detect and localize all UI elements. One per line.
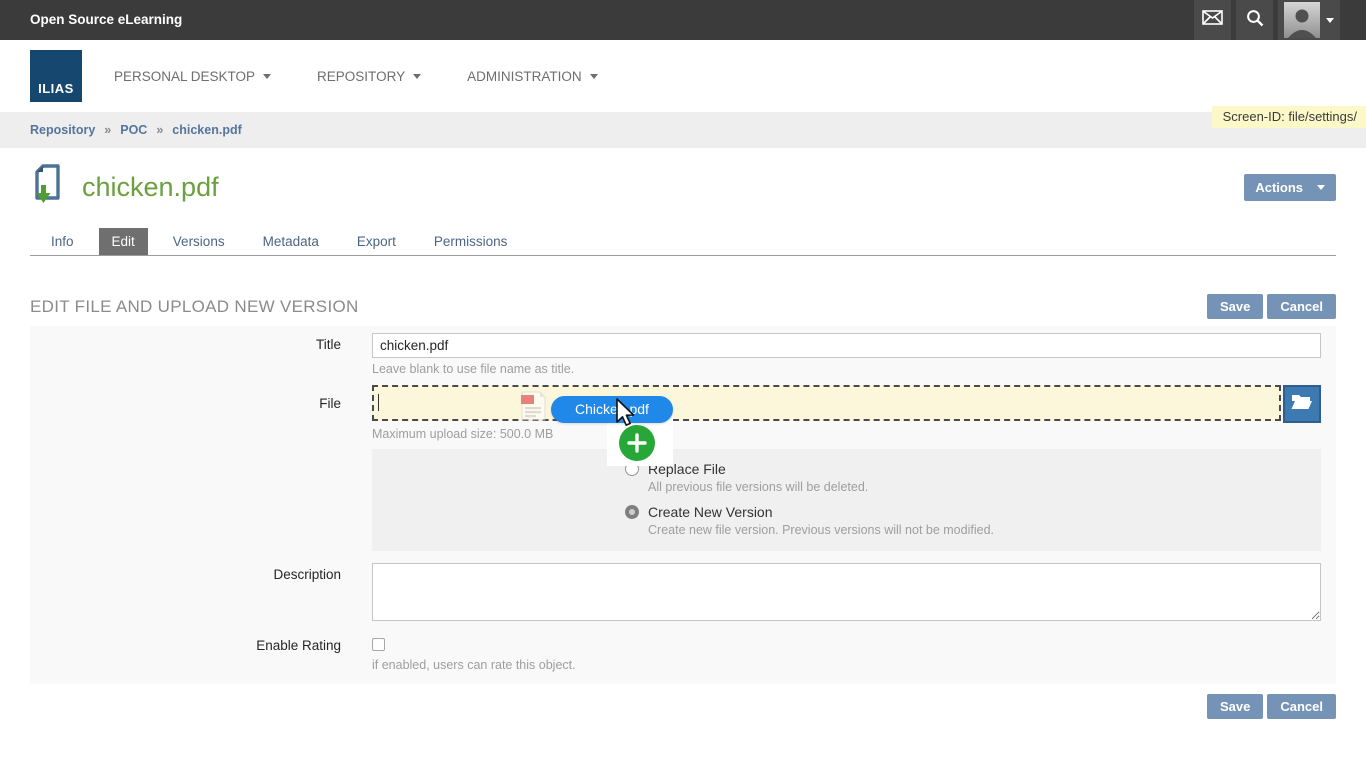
- top-bar: Open Source eLearning: [0, 0, 1366, 40]
- nav-repository[interactable]: REPOSITORY: [317, 69, 421, 84]
- chevron-down-icon: [413, 74, 421, 79]
- title-hint: Leave blank to use file name as title.: [372, 362, 1321, 376]
- text-caret: [378, 394, 379, 411]
- description-textarea[interactable]: [372, 563, 1321, 621]
- chevron-down-icon: [263, 74, 271, 79]
- object-title-row: chicken.pdf Actions: [30, 164, 1336, 210]
- folder-open-icon: [1291, 393, 1313, 415]
- user-menu-button[interactable]: [1278, 0, 1340, 40]
- title-input[interactable]: [372, 333, 1321, 358]
- breadcrumb: Repository » POC » chicken.pdf: [0, 112, 1366, 148]
- description-label: Description: [30, 563, 341, 626]
- mail-icon: [1202, 10, 1223, 30]
- tab-versions[interactable]: Versions: [160, 228, 238, 255]
- new-version-label[interactable]: Create New Version: [648, 504, 773, 520]
- tab-export[interactable]: Export: [344, 228, 409, 255]
- chevron-down-icon: [1317, 185, 1325, 190]
- form-header-buttons: Save Cancel: [1207, 294, 1336, 319]
- breadcrumb-current-file[interactable]: chicken.pdf: [172, 123, 241, 137]
- version-options-block: Replace File All previous file versions …: [372, 449, 1321, 551]
- enable-rating-checkbox[interactable]: [372, 638, 385, 651]
- edit-form-panel: Title Leave blank to use file name as ti…: [30, 326, 1336, 684]
- file-label: File: [30, 385, 341, 551]
- ilias-logo[interactable]: ILIAS: [30, 50, 82, 102]
- avatar: [1284, 2, 1320, 38]
- file-upload-line: [372, 385, 1321, 423]
- search-button[interactable]: [1236, 0, 1273, 40]
- form-heading: EDIT FILE AND UPLOAD NEW VERSION: [30, 297, 359, 317]
- object-tabs: Info Edit Versions Metadata Export Permi…: [30, 228, 1336, 256]
- page-title: chicken.pdf: [82, 172, 219, 203]
- upload-size-hint: Maximum upload size: 500.0 MB: [372, 427, 1321, 441]
- form-footer-buttons: Save Cancel: [30, 694, 1336, 719]
- topbar-icon-group: [1194, 0, 1340, 40]
- new-version-description: Create new file version. Previous versio…: [648, 523, 1306, 537]
- tab-permissions[interactable]: Permissions: [421, 228, 521, 255]
- client-title: Open Source eLearning: [0, 0, 1194, 40]
- chevron-down-icon: [1326, 18, 1334, 23]
- nav-personal-desktop[interactable]: PERSONAL DESKTOP: [114, 69, 271, 84]
- form-header-row: EDIT FILE AND UPLOAD NEW VERSION Save Ca…: [30, 294, 1336, 319]
- cancel-button[interactable]: Cancel: [1267, 294, 1336, 319]
- new-version-option: Create New Version Create new file versi…: [625, 504, 1306, 537]
- breadcrumb-separator: »: [104, 123, 111, 137]
- rating-hint: if enabled, users can rate this object.: [372, 658, 1321, 672]
- breadcrumb-repository[interactable]: Repository: [30, 123, 95, 137]
- rating-field-row: Enable Rating if enabled, users can rate…: [30, 638, 1321, 672]
- replace-file-description: All previous file versions will be delet…: [648, 480, 1306, 494]
- replace-file-label[interactable]: Replace File: [648, 461, 726, 477]
- main-navigation: PERSONAL DESKTOP REPOSITORY ADMINISTRATI…: [114, 69, 598, 84]
- file-field-row: File Maximum upload: [30, 385, 1321, 551]
- page-content: chicken.pdf Actions Info Edit Versions M…: [0, 164, 1366, 719]
- chevron-down-icon: [590, 74, 598, 79]
- save-button-bottom[interactable]: Save: [1207, 694, 1263, 719]
- rating-label: Enable Rating: [30, 638, 341, 672]
- file-object-icon: [30, 163, 64, 212]
- actions-button[interactable]: Actions: [1244, 174, 1336, 201]
- breadcrumb-poc[interactable]: POC: [120, 123, 147, 137]
- title-field-row: Title Leave blank to use file name as ti…: [30, 333, 1321, 376]
- description-field-row: Description: [30, 563, 1321, 626]
- new-version-radio[interactable]: [625, 505, 639, 519]
- breadcrumb-separator: »: [156, 123, 163, 137]
- save-button[interactable]: Save: [1207, 294, 1263, 319]
- file-dropzone[interactable]: [372, 385, 1281, 421]
- tab-info[interactable]: Info: [38, 228, 87, 255]
- browse-files-button[interactable]: [1283, 385, 1321, 423]
- replace-file-radio[interactable]: [625, 462, 639, 476]
- tab-edit[interactable]: Edit: [99, 228, 148, 255]
- main-header: ILIAS PERSONAL DESKTOP REPOSITORY ADMINI…: [0, 40, 1366, 112]
- title-label: Title: [30, 333, 341, 376]
- mail-button[interactable]: [1194, 0, 1231, 40]
- nav-administration[interactable]: ADMINISTRATION: [467, 69, 598, 84]
- replace-file-option: Replace File All previous file versions …: [625, 461, 1306, 494]
- cancel-button-bottom[interactable]: Cancel: [1267, 694, 1336, 719]
- tab-metadata[interactable]: Metadata: [250, 228, 332, 255]
- screen-id-badge: Screen-ID: file/settings/: [1212, 106, 1366, 128]
- search-icon: [1246, 9, 1264, 32]
